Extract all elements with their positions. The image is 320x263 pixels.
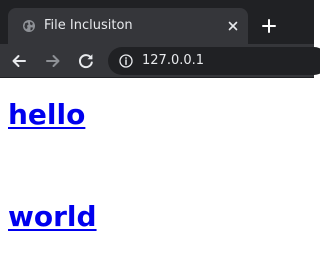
arrow-right-icon[interactable] [42,50,64,72]
tab-title: File Inclusiton [44,18,133,33]
address-url[interactable]: 127.0.0.1 [142,52,204,70]
reload-icon[interactable] [75,50,97,72]
address-bar[interactable]: 127.0.0.1 [108,47,320,75]
arrow-left-icon[interactable] [8,50,30,72]
close-icon[interactable] [225,18,241,34]
info-icon[interactable] [119,54,133,68]
tab-strip: File Inclusiton [0,0,314,44]
browser-tab[interactable]: File Inclusiton [8,8,248,44]
hello-link[interactable]: hello [8,98,85,131]
browser-toolbar: 127.0.0.1 [0,44,320,78]
plus-icon[interactable] [258,15,280,37]
globe-icon [23,20,35,32]
world-link[interactable]: world [8,200,97,233]
page-content: hello world [0,78,314,263]
world-heading: world [8,200,97,234]
hello-heading: hello [8,98,85,132]
